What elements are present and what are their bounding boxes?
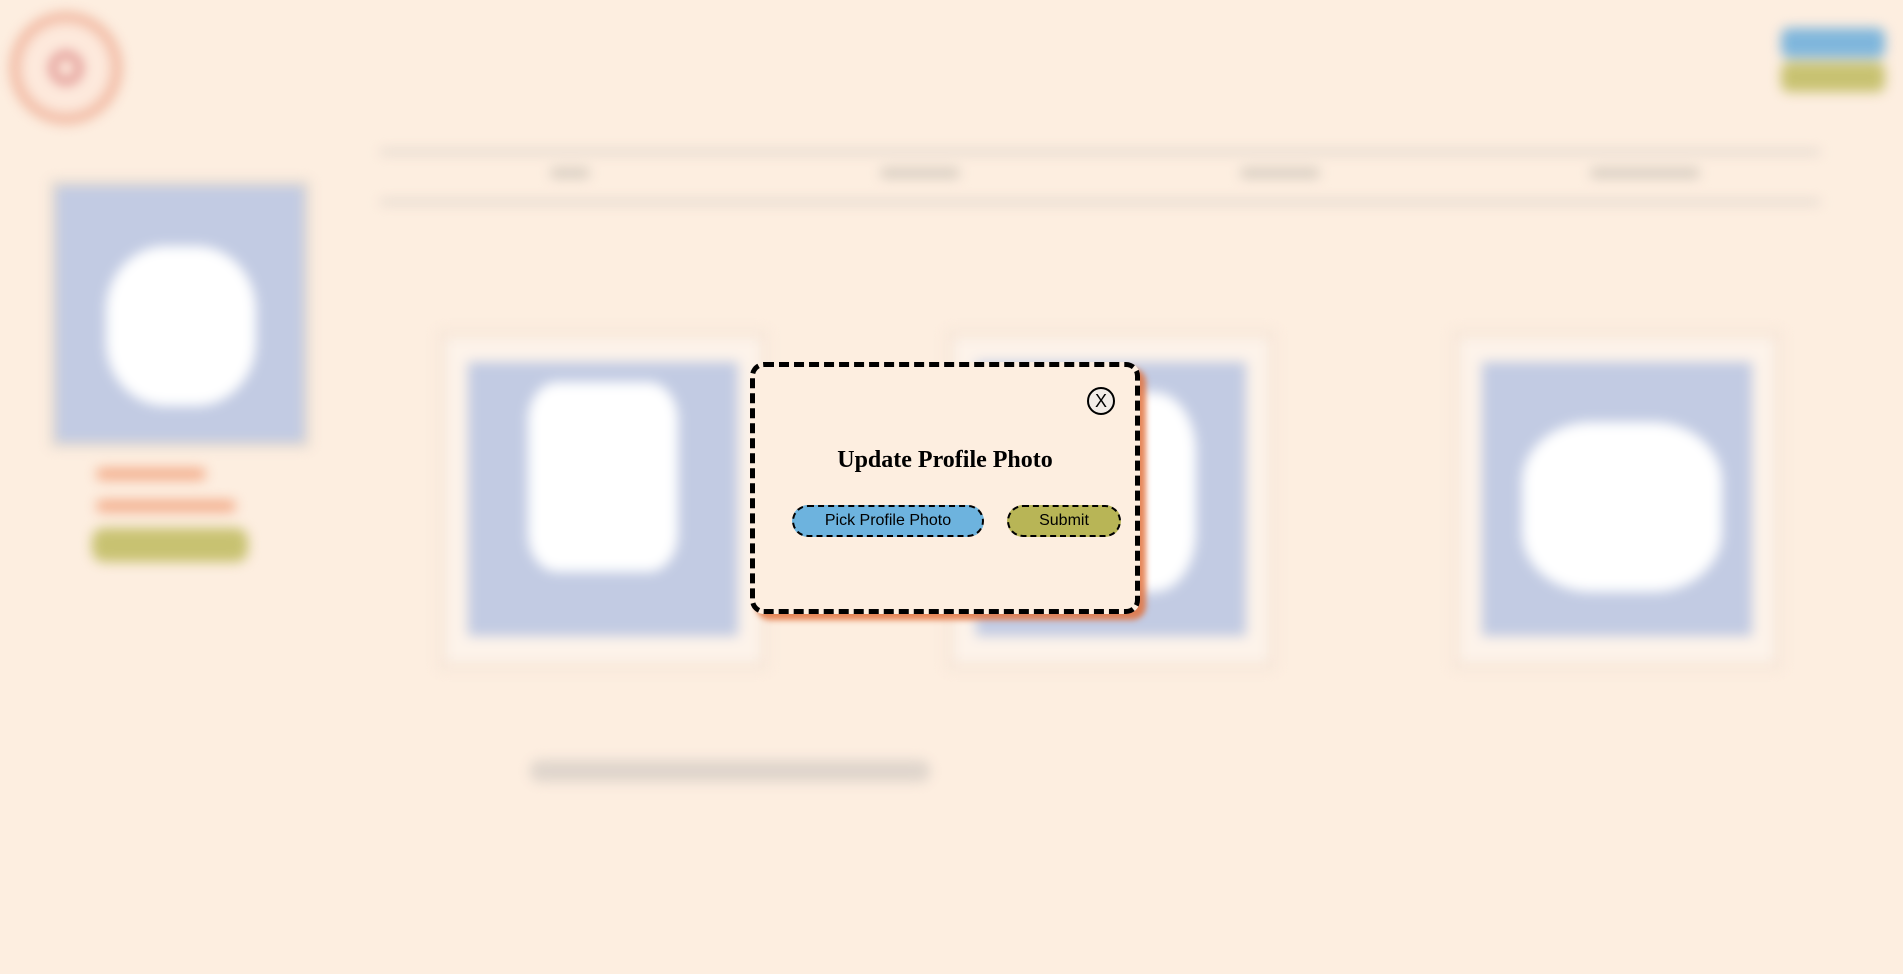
top-right-button-secondary [1781,62,1885,92]
sidebar-button [92,528,248,562]
modal-title: Update Profile Photo [837,447,1053,473]
top-right-button-primary [1781,28,1885,58]
submit-button[interactable]: Submit [1007,505,1121,537]
section-title-placeholder [380,724,387,756]
section-text-placeholder [530,760,930,782]
gallery-card [438,330,768,670]
nav-item [550,168,590,178]
navigation-bar [380,150,1820,204]
logo-icon [10,12,122,124]
page: X Update Profile Photo Pick Profile Phot… [0,0,1903,974]
sidebar-link [96,468,206,480]
profile-photo-card [50,180,310,448]
nav-item [1240,168,1320,178]
close-icon[interactable]: X [1087,387,1115,415]
nav-item [1590,168,1700,178]
gallery-card [1452,330,1782,670]
page-headline-placeholder [388,220,397,262]
nav-item [880,168,960,178]
update-profile-photo-modal: X Update Profile Photo Pick Profile Phot… [750,362,1140,614]
pick-profile-photo-button[interactable]: Pick Profile Photo [792,505,984,537]
sidebar-link [96,500,236,512]
